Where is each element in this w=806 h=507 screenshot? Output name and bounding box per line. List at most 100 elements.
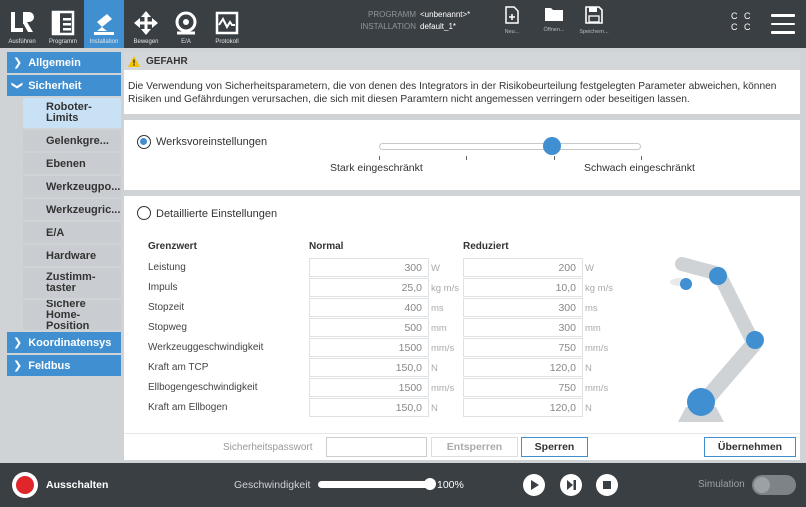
column-header-reduced: Reduziert: [463, 241, 509, 252]
tab-installation[interactable]: Installation: [84, 0, 124, 48]
play-button[interactable]: [523, 474, 545, 496]
limit-unit: ms: [585, 303, 598, 314]
main-panel: GEFAHR Die Verwendung von Sicherheitspar…: [124, 52, 800, 460]
sidebar-item-gelenkgrenzen[interactable]: Gelenkgre...: [23, 130, 121, 151]
tab-run[interactable]: Ausführen: [2, 0, 42, 48]
danger-text: Die Verwendung von Sicherheitsparametern…: [128, 81, 777, 105]
limit-reduced-input[interactable]: 750: [463, 378, 583, 397]
action-bar: Sicherheitspasswort Entsperren Sperren Ü…: [124, 433, 800, 460]
limit-reduced-value: 10,0: [555, 282, 576, 294]
sidebar-item-zustimmtaster[interactable]: Zustimm-taster: [23, 268, 121, 298]
danger-title: GEFAHR: [146, 55, 188, 67]
divider: [124, 190, 800, 196]
limit-reduced-value: 750: [558, 342, 576, 354]
speed-slider-track[interactable]: [318, 481, 432, 488]
limit-reduced-input[interactable]: 120,0: [463, 358, 583, 377]
power-button[interactable]: [12, 472, 38, 498]
stop-icon: [603, 481, 611, 489]
app-window: Ausführen Programm Installation Bewegen …: [0, 0, 806, 507]
limit-normal-input[interactable]: 1500: [309, 378, 429, 397]
sidebar-item-hardware[interactable]: Hardware: [23, 245, 121, 266]
save-label: Speichern...: [579, 29, 609, 35]
limit-row-label: Ellbogengeschwindigkeit: [148, 382, 258, 393]
menu-icon[interactable]: [771, 14, 795, 40]
limit-normal-value: 150,0: [395, 362, 422, 374]
limit-reduced-input[interactable]: 200: [463, 258, 583, 277]
installation-label: INSTALLATION: [360, 22, 416, 31]
sidebar-section-label: Feldbus: [28, 359, 71, 372]
limit-normal-input[interactable]: 400: [309, 298, 429, 317]
limit-unit: mm: [431, 323, 447, 334]
limit-reduced-value: 120,0: [549, 362, 576, 374]
simulation-toggle[interactable]: [752, 475, 796, 495]
limit-unit: W: [431, 263, 440, 274]
password-input[interactable]: [326, 437, 427, 457]
limit-normal-input[interactable]: 150,0: [309, 398, 429, 417]
slider-tick: [554, 156, 555, 160]
sidebar-section-koordinatensys[interactable]: ❯ Koordinatensys: [7, 332, 121, 353]
control-mode-indicator[interactable]: C C C C: [731, 11, 753, 33]
slider-label-weak: Schwach eingeschränkt: [584, 162, 695, 174]
sidebar-item-ebenen[interactable]: Ebenen: [23, 153, 121, 174]
sidebar-item-roboter-limits[interactable]: Roboter-Limits: [23, 98, 121, 128]
sidebar-section-feldbus[interactable]: ❯ Feldbus: [7, 355, 121, 376]
limit-reduced-input[interactable]: 120,0: [463, 398, 583, 417]
factory-presets-label: Werksvoreinstellungen: [156, 136, 268, 148]
speed-value: 100%: [437, 479, 464, 491]
factory-presets-radio[interactable]: [137, 135, 151, 149]
sidebar-item-ea[interactable]: E/A: [23, 222, 121, 243]
step-button[interactable]: [560, 474, 582, 496]
sidebar-item-label: Hardware: [46, 249, 97, 262]
limit-reduced-input[interactable]: 300: [463, 318, 583, 337]
open-button[interactable]: Öffnen...: [532, 6, 576, 42]
detailed-settings-radio[interactable]: [137, 206, 151, 220]
sidebar-section-allgemein[interactable]: ❯ Allgemein: [7, 52, 121, 73]
slider-tick: [641, 156, 642, 160]
limit-normal-value: 500: [404, 322, 422, 334]
stop-button[interactable]: [596, 474, 618, 496]
sidebar-item-werkzeugrichtung[interactable]: Werkzeugric...: [23, 199, 121, 220]
new-label: Neu...: [504, 29, 520, 35]
limit-normal-input[interactable]: 300: [309, 258, 429, 277]
save-button[interactable]: Speichern...: [572, 6, 616, 42]
limit-reduced-input[interactable]: 10,0: [463, 278, 583, 297]
divider: [124, 114, 800, 120]
tab-io-label: E/A: [181, 39, 191, 45]
column-header-normal: Normal: [309, 241, 344, 252]
limit-reduced-input[interactable]: 750: [463, 338, 583, 357]
tab-installation-label: Installation: [89, 39, 119, 45]
limit-normal-input[interactable]: 500: [309, 318, 429, 337]
lock-button[interactable]: Sperren: [521, 437, 588, 457]
sidebar-item-label: Werkzeugric...: [46, 203, 121, 216]
limit-normal-input[interactable]: 150,0: [309, 358, 429, 377]
sidebar-section-sicherheit[interactable]: ❯ Sicherheit: [7, 75, 121, 96]
sidebar-item-werkzeugposition[interactable]: Werkzeugpo...: [23, 176, 121, 197]
restriction-slider-track[interactable]: [379, 143, 641, 150]
danger-header: GEFAHR: [124, 52, 800, 70]
restriction-slider-knob[interactable]: [542, 137, 561, 155]
limit-unit: N: [431, 403, 438, 414]
footer-bar: Ausschalten Geschwindigkeit 100% Simulat…: [0, 463, 806, 507]
open-label: Öffnen...: [543, 27, 565, 33]
new-button[interactable]: Neu...: [490, 6, 534, 42]
limit-unit: kg m/s: [431, 283, 459, 294]
tab-io[interactable]: E/A: [166, 0, 206, 48]
folder-icon: [545, 8, 563, 21]
limit-unit: mm/s: [431, 343, 455, 354]
tab-move[interactable]: Bewegen: [126, 0, 166, 48]
limit-normal-input[interactable]: 25,0: [309, 278, 429, 297]
new-file-icon: [505, 6, 519, 24]
speed-slider-knob[interactable]: [424, 478, 436, 490]
limit-reduced-input[interactable]: 300: [463, 298, 583, 317]
tab-log[interactable]: Protokoll: [207, 0, 247, 48]
limit-row-label: Kraft am TCP: [148, 362, 209, 373]
tab-log-label: Protokoll: [215, 39, 239, 45]
robot-arm-illustration: [670, 257, 764, 422]
apply-button[interactable]: Übernehmen: [704, 437, 796, 457]
limit-normal-input[interactable]: 1500: [309, 338, 429, 357]
limit-unit: N: [585, 403, 592, 414]
tab-program[interactable]: Programm: [43, 0, 83, 48]
sidebar-item-sichere-home-position[interactable]: Sichere Home-Position: [23, 300, 121, 330]
speed-label: Geschwindigkeit: [234, 479, 311, 491]
unlock-button[interactable]: Entsperren: [431, 437, 518, 457]
